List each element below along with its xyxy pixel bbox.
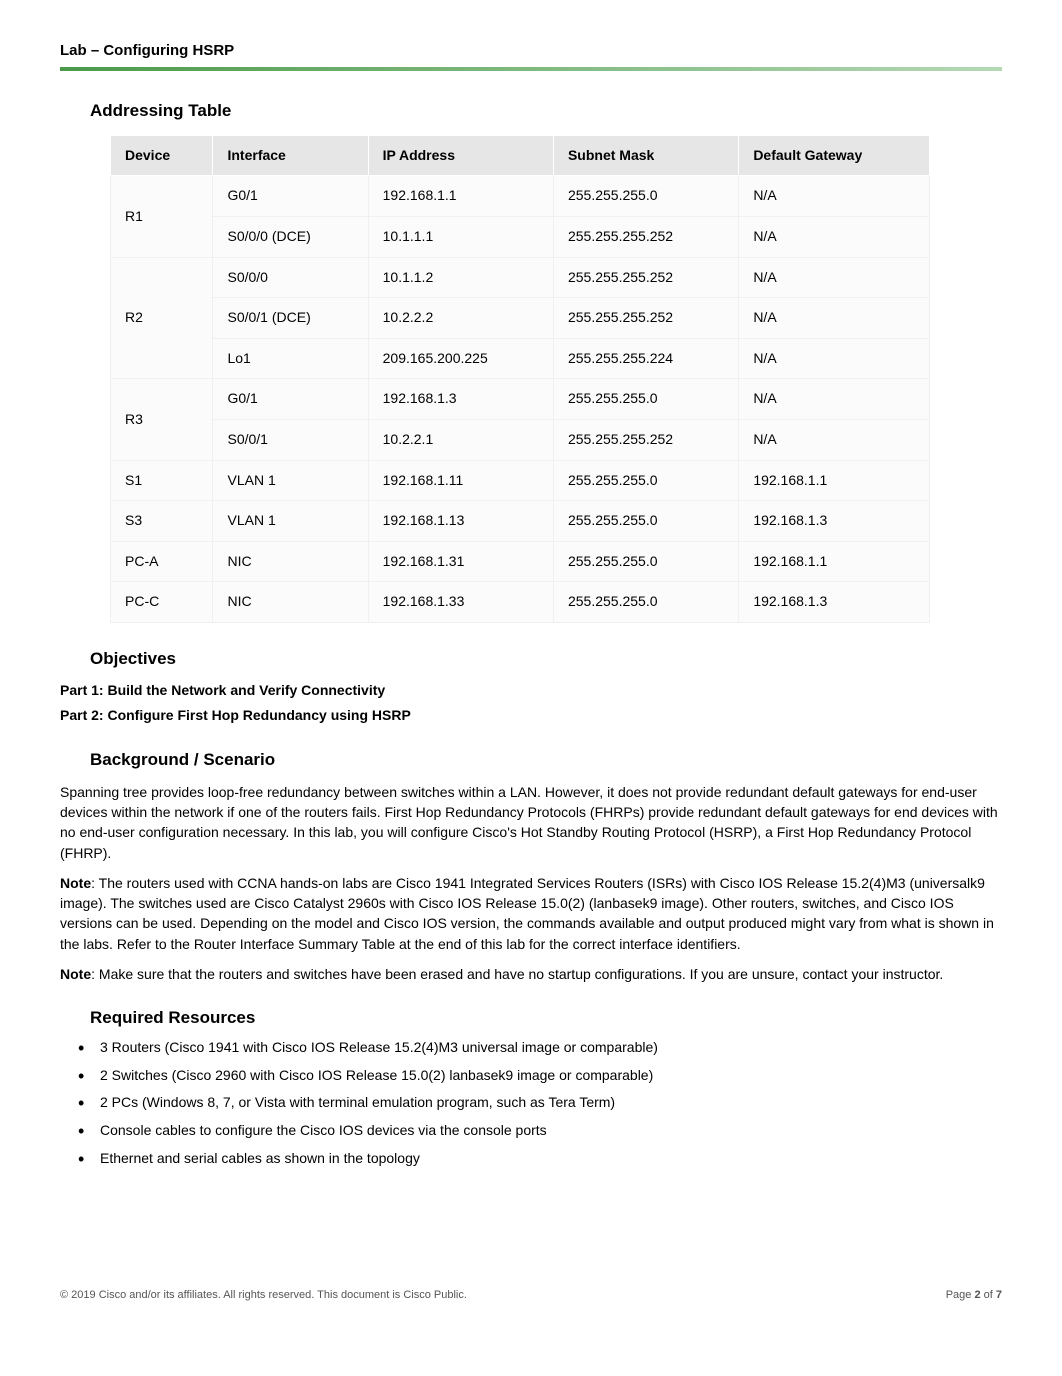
cell-mask: 255.255.255.252 <box>553 257 738 298</box>
cell-gw: 192.168.1.1 <box>739 541 930 582</box>
cell-gw: 192.168.1.1 <box>739 460 930 501</box>
background-p2-text: : The routers used with CCNA hands-on la… <box>60 875 994 952</box>
cell-ip: 10.1.1.2 <box>368 257 553 298</box>
required-list: 3 Routers (Cisco 1941 with Cisco IOS Rel… <box>78 1038 1002 1168</box>
cell-iface: VLAN 1 <box>213 460 368 501</box>
cell-iface: S0/0/1 (DCE) <box>213 298 368 339</box>
cell-ip: 192.168.1.11 <box>368 460 553 501</box>
note-label: Note <box>60 875 91 891</box>
cell-ip: 10.1.1.1 <box>368 216 553 257</box>
table-header-row: Device Interface IP Address Subnet Mask … <box>111 135 930 176</box>
cell-ip: 10.2.2.2 <box>368 298 553 339</box>
cell-gw: 192.168.1.3 <box>739 501 930 542</box>
objectives-part1: Part 1: Build the Network and Verify Con… <box>60 681 1002 701</box>
cell-mask: 255.255.255.0 <box>553 582 738 623</box>
cell-iface: S0/0/0 <box>213 257 368 298</box>
cell-iface: G0/1 <box>213 176 368 217</box>
background-p3-text: : Make sure that the routers and switche… <box>91 966 943 982</box>
background-p2: Note: The routers used with CCNA hands-o… <box>60 873 1002 954</box>
footer-page-mid: of <box>981 1289 996 1301</box>
table-row: R1G0/1192.168.1.1255.255.255.0N/A <box>111 176 930 217</box>
header-rule <box>60 67 1002 71</box>
cell-mask: 255.255.255.224 <box>553 338 738 379</box>
note-label: Note <box>60 966 91 982</box>
cell-gw: N/A <box>739 257 930 298</box>
cell-gw: N/A <box>739 298 930 339</box>
objectives-heading: Objectives <box>90 647 1002 671</box>
cell-device: PC-C <box>111 582 213 623</box>
addressing-heading: Addressing Table <box>90 99 1002 123</box>
cell-mask: 255.255.255.0 <box>553 541 738 582</box>
background-p3: Note: Make sure that the routers and swi… <box>60 964 1002 984</box>
table-row: S0/0/110.2.2.1255.255.255.252N/A <box>111 419 930 460</box>
cell-mask: 255.255.255.0 <box>553 501 738 542</box>
cell-ip: 192.168.1.3 <box>368 379 553 420</box>
cell-iface: VLAN 1 <box>213 501 368 542</box>
addressing-table: Device Interface IP Address Subnet Mask … <box>110 135 930 623</box>
cell-device: R2 <box>111 257 213 379</box>
cell-ip: 192.168.1.13 <box>368 501 553 542</box>
cell-device: S1 <box>111 460 213 501</box>
list-item: Ethernet and serial cables as shown in t… <box>78 1149 1002 1169</box>
cell-iface: S0/0/0 (DCE) <box>213 216 368 257</box>
table-row: R3G0/1192.168.1.3255.255.255.0N/A <box>111 379 930 420</box>
cell-gw: N/A <box>739 216 930 257</box>
list-item: 2 PCs (Windows 8, 7, or Vista with termi… <box>78 1093 1002 1113</box>
table-row: PC-ANIC192.168.1.31255.255.255.0192.168.… <box>111 541 930 582</box>
table-row: S3VLAN 1192.168.1.13255.255.255.0192.168… <box>111 501 930 542</box>
table-row: R2S0/0/010.1.1.2255.255.255.252N/A <box>111 257 930 298</box>
cell-mask: 255.255.255.252 <box>553 419 738 460</box>
background-p1: Spanning tree provides loop-free redunda… <box>60 782 1002 863</box>
cell-ip: 10.2.2.1 <box>368 419 553 460</box>
cell-device: R3 <box>111 379 213 460</box>
footer-page: Page 2 of 7 <box>946 1288 1002 1303</box>
cell-iface: S0/0/1 <box>213 419 368 460</box>
footer-page-prefix: Page <box>946 1289 975 1301</box>
table-row: S0/0/0 (DCE)10.1.1.1255.255.255.252N/A <box>111 216 930 257</box>
cell-gw: N/A <box>739 419 930 460</box>
list-item: Console cables to configure the Cisco IO… <box>78 1121 1002 1141</box>
background-heading: Background / Scenario <box>90 748 1002 772</box>
col-interface: Interface <box>213 135 368 176</box>
footer: © 2019 Cisco and/or its affiliates. All … <box>60 1288 1002 1303</box>
cell-mask: 255.255.255.252 <box>553 298 738 339</box>
cell-iface: G0/1 <box>213 379 368 420</box>
objectives-part2: Part 2: Configure First Hop Redundancy u… <box>60 706 1002 726</box>
cell-mask: 255.255.255.252 <box>553 216 738 257</box>
cell-device: R1 <box>111 176 213 257</box>
col-gateway: Default Gateway <box>739 135 930 176</box>
cell-ip: 209.165.200.225 <box>368 338 553 379</box>
cell-device: S3 <box>111 501 213 542</box>
cell-mask: 255.255.255.0 <box>553 379 738 420</box>
cell-ip: 192.168.1.1 <box>368 176 553 217</box>
cell-device: PC-A <box>111 541 213 582</box>
col-mask: Subnet Mask <box>553 135 738 176</box>
list-item: 2 Switches (Cisco 2960 with Cisco IOS Re… <box>78 1066 1002 1086</box>
cell-gw: N/A <box>739 176 930 217</box>
cell-gw: N/A <box>739 338 930 379</box>
cell-iface: Lo1 <box>213 338 368 379</box>
cell-mask: 255.255.255.0 <box>553 460 738 501</box>
table-row: S1VLAN 1192.168.1.11255.255.255.0192.168… <box>111 460 930 501</box>
cell-ip: 192.168.1.31 <box>368 541 553 582</box>
cell-gw: N/A <box>739 379 930 420</box>
cell-ip: 192.168.1.33 <box>368 582 553 623</box>
col-ip: IP Address <box>368 135 553 176</box>
page-header-title: Lab – Configuring HSRP <box>60 40 1002 61</box>
cell-iface: NIC <box>213 582 368 623</box>
table-row: S0/0/1 (DCE)10.2.2.2255.255.255.252N/A <box>111 298 930 339</box>
cell-iface: NIC <box>213 541 368 582</box>
cell-mask: 255.255.255.0 <box>553 176 738 217</box>
footer-page-total: 7 <box>996 1289 1002 1301</box>
footer-copyright: © 2019 Cisco and/or its affiliates. All … <box>60 1289 467 1301</box>
addressing-table-body: R1G0/1192.168.1.1255.255.255.0N/AS0/0/0 … <box>111 176 930 623</box>
cell-gw: 192.168.1.3 <box>739 582 930 623</box>
table-row: Lo1209.165.200.225255.255.255.224N/A <box>111 338 930 379</box>
table-row: PC-CNIC192.168.1.33255.255.255.0192.168.… <box>111 582 930 623</box>
required-heading: Required Resources <box>90 1006 1002 1030</box>
list-item: 3 Routers (Cisco 1941 with Cisco IOS Rel… <box>78 1038 1002 1058</box>
col-device: Device <box>111 135 213 176</box>
